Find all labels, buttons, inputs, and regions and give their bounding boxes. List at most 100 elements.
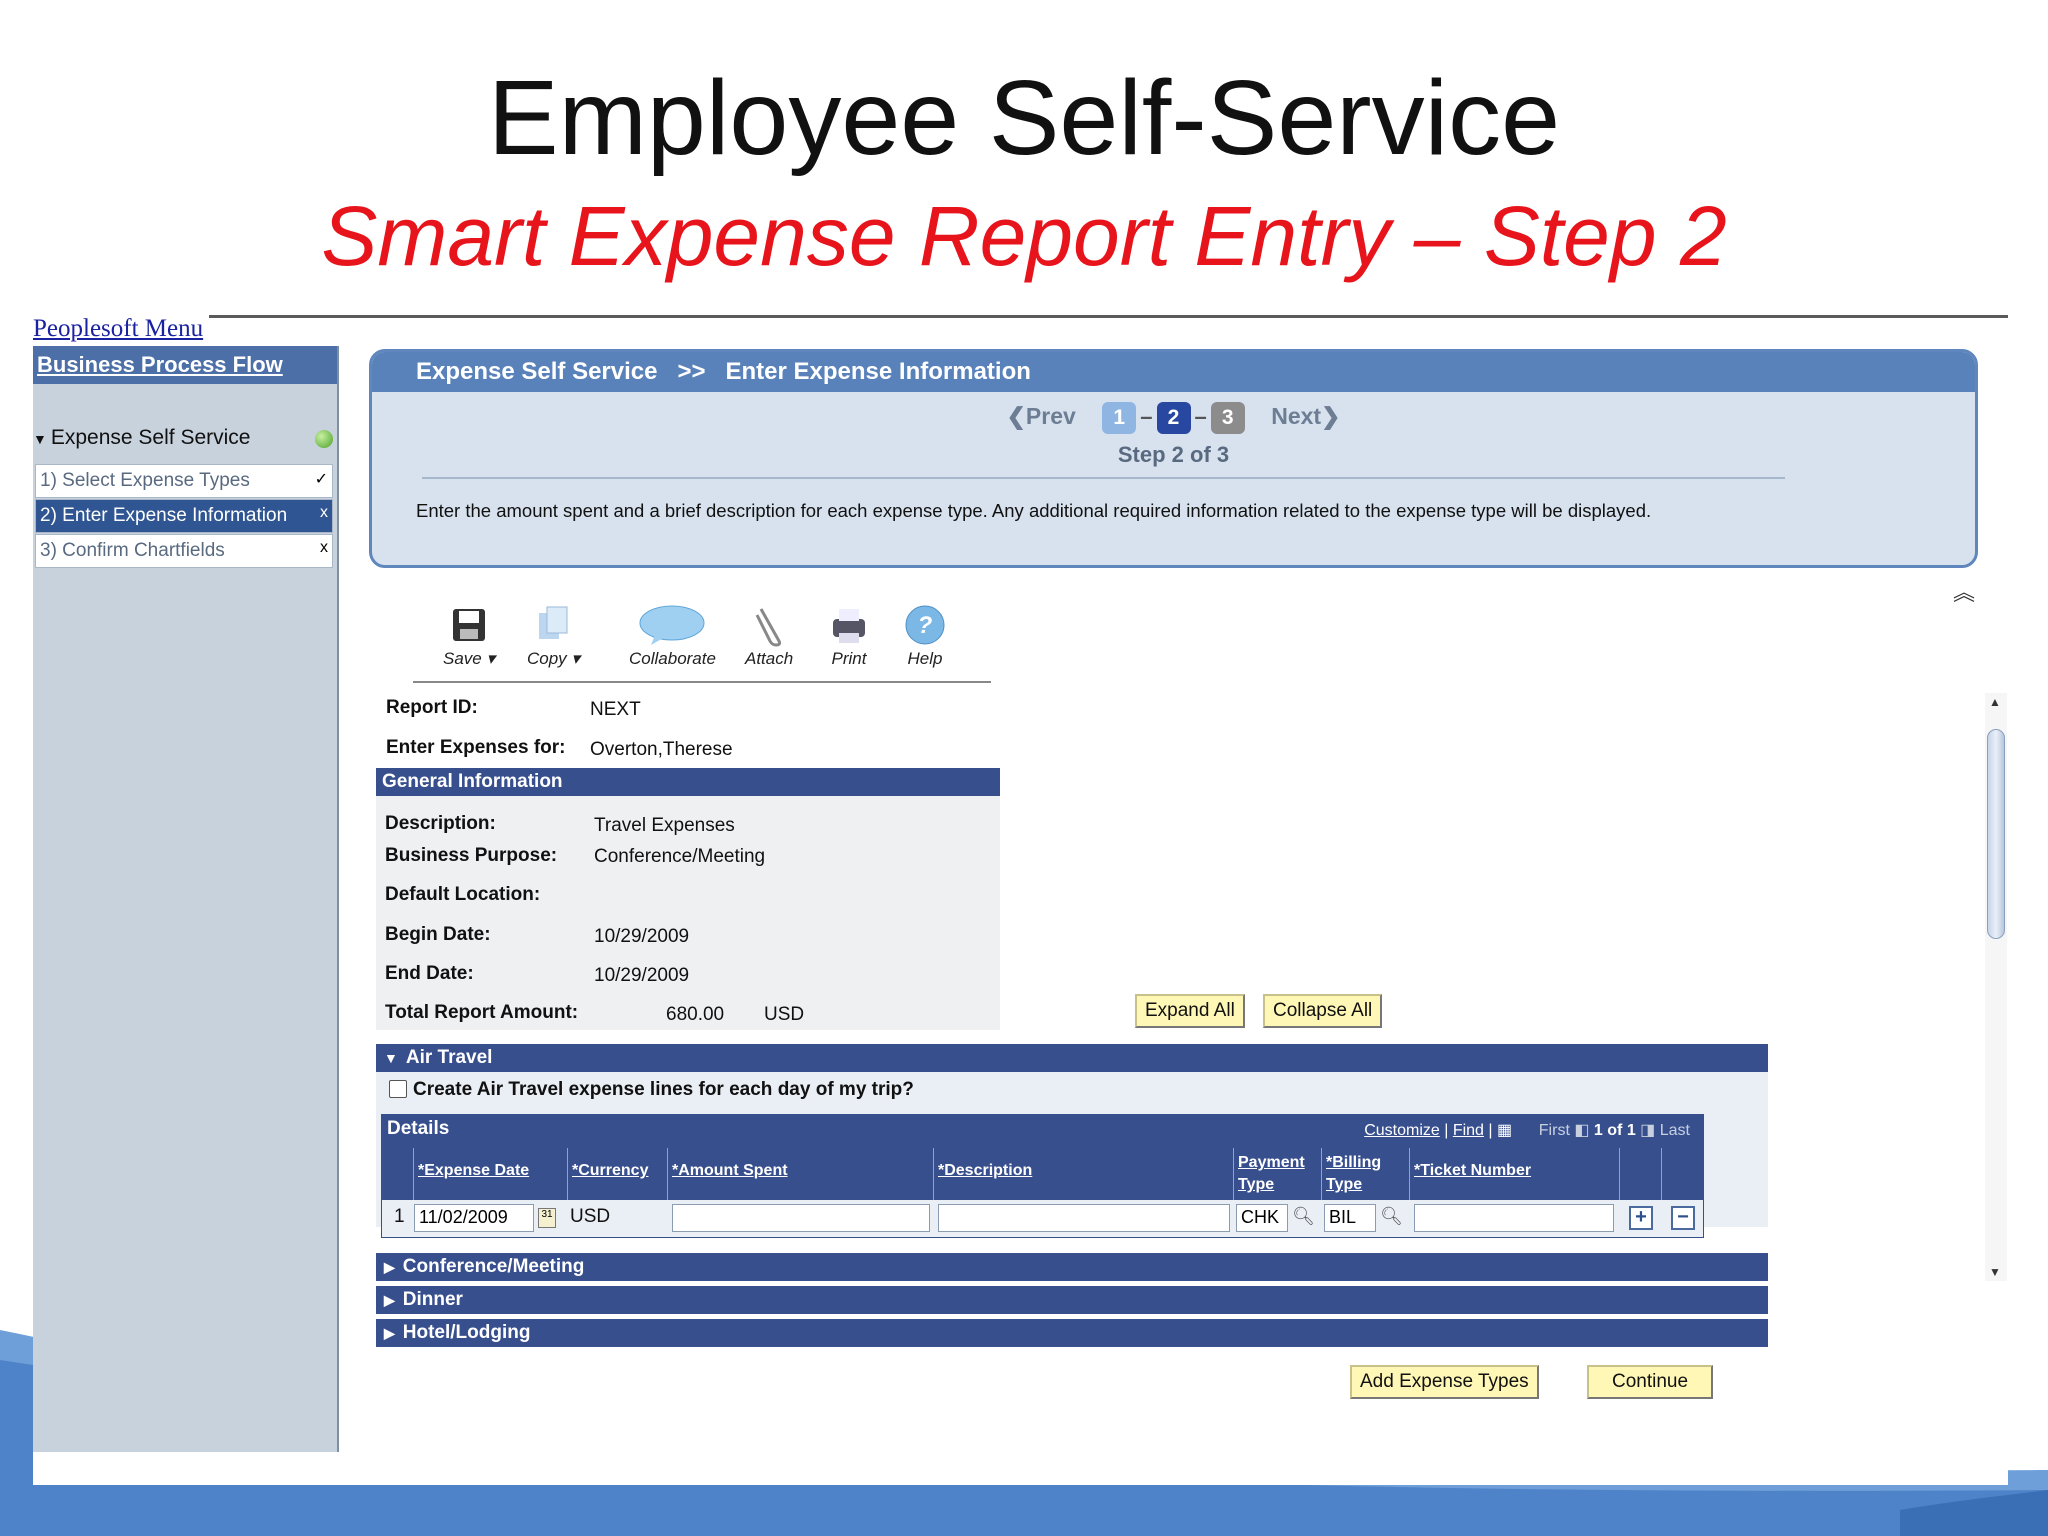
col-description[interactable]: *Description	[933, 1148, 1233, 1200]
total-amount-label: Total Report Amount:	[385, 1002, 579, 1023]
amount-spent-input[interactable]	[672, 1204, 930, 1232]
help-button[interactable]: ? Help	[903, 603, 947, 669]
instructions-text: Enter the amount spent and a brief descr…	[416, 500, 1652, 521]
scroll-up-icon[interactable]: ▲	[1989, 695, 2001, 709]
section-conference-meeting[interactable]: ▶ Conference/Meeting	[376, 1253, 1768, 1281]
help-icon: ?	[905, 605, 945, 645]
description-value: Travel Expenses	[594, 815, 735, 836]
collapse-all-button[interactable]: Collapse All	[1263, 994, 1383, 1028]
expand-all-button[interactable]: Expand All	[1135, 994, 1245, 1028]
save-button[interactable]: Save ▾	[443, 603, 495, 669]
page-3-button[interactable]: 3	[1210, 402, 1245, 434]
business-purpose-label: Business Purpose:	[385, 845, 558, 866]
business-process-flow-link[interactable]: Business Process Flow	[33, 346, 337, 384]
sidebar-step-label: 3) Confirm Chartfields	[40, 540, 225, 561]
divider	[422, 477, 1785, 479]
begin-date-value: 10/29/2009	[594, 926, 690, 947]
page-1-button[interactable]: 1	[1102, 402, 1137, 434]
col-amount-spent[interactable]: *Amount Spent	[667, 1148, 933, 1200]
page-2-button[interactable]: 2	[1156, 402, 1191, 434]
lookup-icon[interactable]: 🔍︎	[1292, 1206, 1315, 1227]
sidebar-step-select-expense-types[interactable]: 1) Select Expense Types ✓	[35, 464, 333, 498]
caret-down-icon: ▼	[384, 1050, 398, 1066]
continue-button[interactable]: Continue	[1587, 1365, 1713, 1399]
copy-icon	[539, 606, 568, 639]
daily-lines-checkbox-row[interactable]: Create Air Travel expense lines for each…	[389, 1079, 914, 1101]
description-input[interactable]	[938, 1204, 1230, 1232]
col-billing-type[interactable]: *Billing Type	[1321, 1148, 1409, 1200]
business-purpose-value: Conference/Meeting	[594, 846, 766, 867]
default-location-label: Default Location:	[385, 884, 541, 905]
grid-view-icon[interactable]: ▦	[1497, 1122, 1512, 1139]
attach-button[interactable]: Attach	[745, 603, 793, 669]
col-delete	[1661, 1148, 1704, 1200]
sidebar-group-label: Expense Self Service	[50, 426, 251, 449]
next-link[interactable]: Next❯	[1271, 403, 1340, 429]
details-grid-columns: *Expense Date *Currency *Amount Spent *D…	[381, 1148, 1704, 1200]
section-hotel-lodging[interactable]: ▶ Hotel/Lodging	[376, 1319, 1768, 1347]
add-row-button[interactable]: +	[1629, 1206, 1653, 1230]
customize-link[interactable]: Customize	[1364, 1122, 1440, 1139]
chevron-left-icon: ❮	[1006, 403, 1026, 429]
grid-navigation: Customize | Find | ▦ First ◧ 1 of 1 ◨ La…	[1364, 1122, 1690, 1139]
col-ticket-number[interactable]: *Ticket Number	[1409, 1148, 1619, 1200]
find-link[interactable]: Find	[1453, 1122, 1484, 1139]
section-dinner[interactable]: ▶ Dinner	[376, 1286, 1768, 1314]
begin-date-label: Begin Date:	[385, 924, 491, 945]
speech-bubble-icon	[639, 605, 705, 645]
save-icon	[453, 609, 485, 641]
sidebar-step-label: 1) Select Expense Types	[40, 470, 250, 491]
last-link[interactable]: Last	[1660, 1122, 1690, 1139]
breadcrumb-item-current: Enter Expense Information	[725, 358, 1031, 385]
billing-type-input[interactable]: BIL	[1324, 1204, 1376, 1232]
copy-button[interactable]: Copy ▾	[527, 603, 580, 669]
expense-date-input[interactable]: 11/02/2009	[414, 1204, 534, 1232]
page-header-panel: Expense Self Service >> Enter Expense Info…	[369, 349, 1978, 568]
daily-lines-checkbox[interactable]	[389, 1080, 407, 1098]
print-button[interactable]: Print	[827, 603, 871, 669]
sidebar-step-enter-expense-information[interactable]: 2) Enter Expense Information x	[35, 499, 333, 533]
check-icon: ✓	[314, 471, 328, 488]
report-id-label: Report ID:	[386, 697, 478, 718]
sidebar-group-expense-self-service[interactable]: ▼ Expense Self Service	[33, 426, 333, 450]
prev-link[interactable]: ❮Prev	[1007, 403, 1076, 429]
ticket-number-input[interactable]	[1414, 1204, 1614, 1232]
payment-type-input[interactable]: CHK	[1236, 1204, 1288, 1232]
slide-title: Employee Self-Service	[487, 59, 1561, 177]
collapse-up-icon[interactable]: ︽	[1953, 575, 1975, 607]
caret-right-icon: ▶	[384, 1259, 395, 1275]
scrollbar-thumb[interactable]	[1987, 729, 2005, 939]
first-arrow-icon[interactable]: ◧	[1574, 1122, 1589, 1139]
first-link[interactable]: First	[1539, 1122, 1570, 1139]
scroll-down-icon[interactable]: ▼	[1989, 1265, 2001, 1279]
section-air-travel[interactable]: ▼ Air Travel	[376, 1044, 1768, 1072]
sidebar: Business Process Flow ▼ Expense Self Serv…	[33, 346, 339, 1452]
col-expense-date[interactable]: *Expense Date	[413, 1148, 567, 1200]
svg-text:?: ?	[918, 612, 933, 639]
lookup-icon[interactable]: 🔍︎	[1380, 1206, 1403, 1227]
status-dot-icon	[315, 430, 333, 448]
total-amount-value: 680.00	[666, 1004, 725, 1025]
col-currency[interactable]: *Currency	[567, 1148, 667, 1200]
caret-right-icon: ▶	[384, 1325, 395, 1341]
col-payment-type[interactable]: Payment Type	[1233, 1148, 1321, 1200]
last-arrow-icon[interactable]: ◨	[1640, 1122, 1655, 1139]
collaborate-button[interactable]: Collaborate	[629, 603, 716, 669]
delete-row-button[interactable]: −	[1671, 1206, 1695, 1230]
step-pager: ❮Prev 1–2–3 Next❯	[372, 402, 1975, 434]
add-expense-types-button[interactable]: Add Expense Types	[1350, 1365, 1539, 1399]
col-add	[1619, 1148, 1661, 1200]
table-row: 1 11/02/2009 31 USD CHK 🔍︎ BIL 🔍︎ + −	[381, 1200, 1704, 1238]
breadcrumb-separator: >>	[677, 358, 706, 385]
details-grid-header: Details Customize | Find | ▦ First ◧ 1 o…	[381, 1114, 1704, 1148]
description-label: Description:	[385, 813, 496, 834]
calendar-icon[interactable]: 31	[538, 1208, 556, 1228]
row-count: 1 of 1	[1593, 1122, 1636, 1139]
enter-for-label: Enter Expenses for:	[386, 737, 566, 758]
total-amount-currency: USD	[764, 1004, 805, 1025]
vertical-scrollbar[interactable]: ▲ ▼	[1985, 693, 2007, 1281]
daily-lines-checkbox-label: Create Air Travel expense lines for each…	[413, 1079, 914, 1100]
sidebar-step-confirm-chartfields[interactable]: 3) Confirm Chartfields x	[35, 534, 333, 568]
x-icon: x	[320, 504, 328, 521]
peoplesoft-menu-link[interactable]: Peoplesoft Menu	[33, 315, 203, 343]
